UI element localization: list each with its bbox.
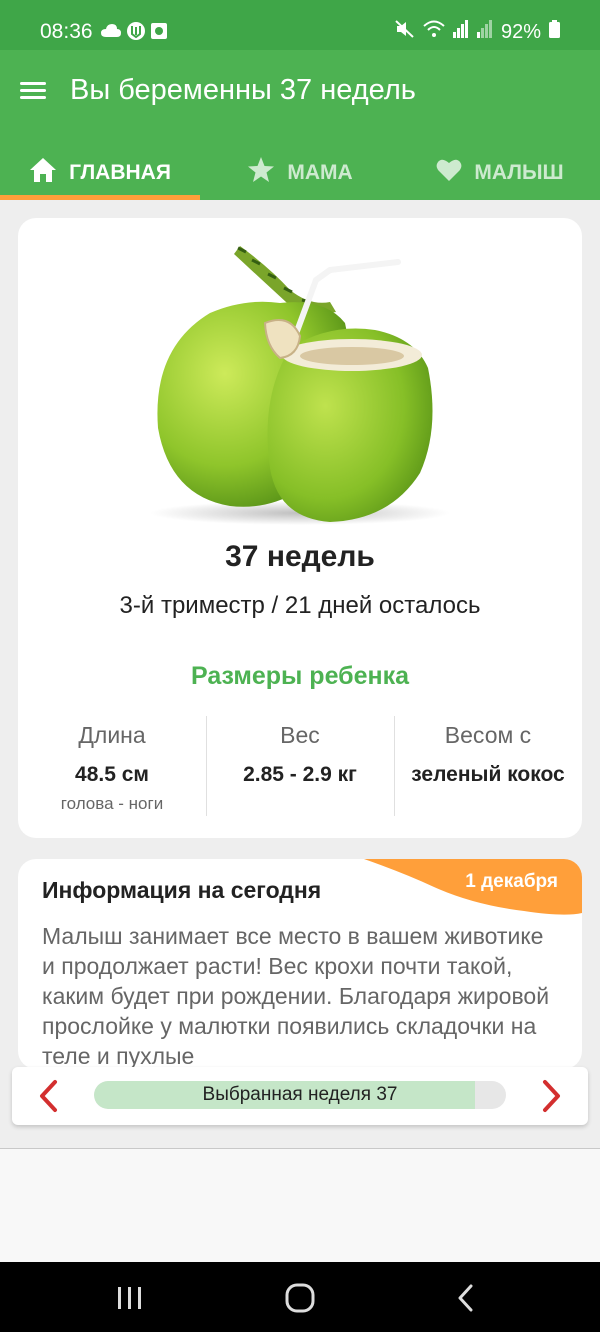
stat-weight-value: 2.85 - 2.9 кг [243,763,357,786]
battery-icon [549,20,560,44]
empty-ad-area [0,1149,600,1262]
baby-stats: Длина 48.5 см голова - ноги Вес 2.85 - 2… [18,716,582,816]
trimester-subtitle: 3-й триместр / 21 дней осталось [119,592,481,619]
home-circle-icon[interactable] [280,1282,320,1314]
today-info-card[interactable]: 1 декабря Информация на сегодня Малыш за… [18,859,582,1069]
week-progress-bar[interactable]: Выбранная неделя 37 [94,1081,506,1109]
ukraine-trident-icon [127,22,145,45]
camera-app-icon [151,23,167,44]
signal-weak-icon [476,20,493,44]
chevron-left-icon[interactable] [30,1078,66,1114]
status-left-icons [101,22,167,45]
info-date: 1 декабря [465,871,558,892]
signal-icon [452,20,469,44]
stat-weight-label: Вес [280,722,320,748]
stat-length-note: голова - ноги [60,794,164,813]
tab-baby-label: МАЛЫШ [474,160,564,184]
stat-length-label: Длина [78,722,146,748]
battery-text: 92% [500,20,541,43]
baby-sizes-title: Размеры ребенка [190,662,410,690]
status-right-icons: 92% [395,20,560,44]
heart-icon [436,158,462,188]
back-icon[interactable] [446,1282,486,1314]
status-time: 08:36 [40,20,93,43]
coconut-image [130,228,470,528]
info-body: Малыш занимает все место в вашем животик… [42,923,550,1069]
stat-length-value: 48.5 см [75,763,149,786]
tab-mama-label: МАМА [287,160,353,184]
tab-baby[interactable]: МАЛЫШ [400,145,600,200]
tab-home-label: ГЛАВНАЯ [69,160,171,184]
stat-length: Длина 48.5 см голова - ноги [18,716,206,816]
cloud-icon [101,24,121,43]
app-bar: Вы беременны 37 недель ГЛАВНАЯ МАМА МАЛЫ… [0,50,600,200]
stat-weight: Вес 2.85 - 2.9 кг [206,716,394,816]
tab-home[interactable]: ГЛАВНАЯ [0,145,200,200]
week-title: 37 недель [225,540,375,573]
hamburger-icon[interactable] [20,78,50,104]
status-bar: 08:36 92% [0,0,600,50]
app-title: Вы беременны 37 недель [70,74,416,106]
mute-icon [395,20,415,44]
info-title: Информация на сегодня [42,877,322,903]
tab-bar: ГЛАВНАЯ МАМА МАЛЫШ [0,145,600,200]
stat-compare-label: Весом с [444,722,532,748]
home-icon [29,157,57,189]
stat-size-comparison: Весом с зеленый кокос [394,716,582,816]
selected-week-label: Выбранная неделя 37 [202,1084,398,1105]
week-selector: Выбранная неделя 37 [12,1067,588,1125]
week-summary-card: 37 недель 3-й триместр / 21 дней осталос… [18,218,582,838]
star-icon [247,156,275,189]
tab-mama[interactable]: МАМА [200,145,400,200]
stat-compare-value: зеленый кокос [411,763,565,786]
wifi-icon [423,20,445,44]
chevron-right-icon[interactable] [534,1078,570,1114]
recents-icon[interactable] [110,1282,150,1314]
system-nav-bar [0,1262,600,1332]
